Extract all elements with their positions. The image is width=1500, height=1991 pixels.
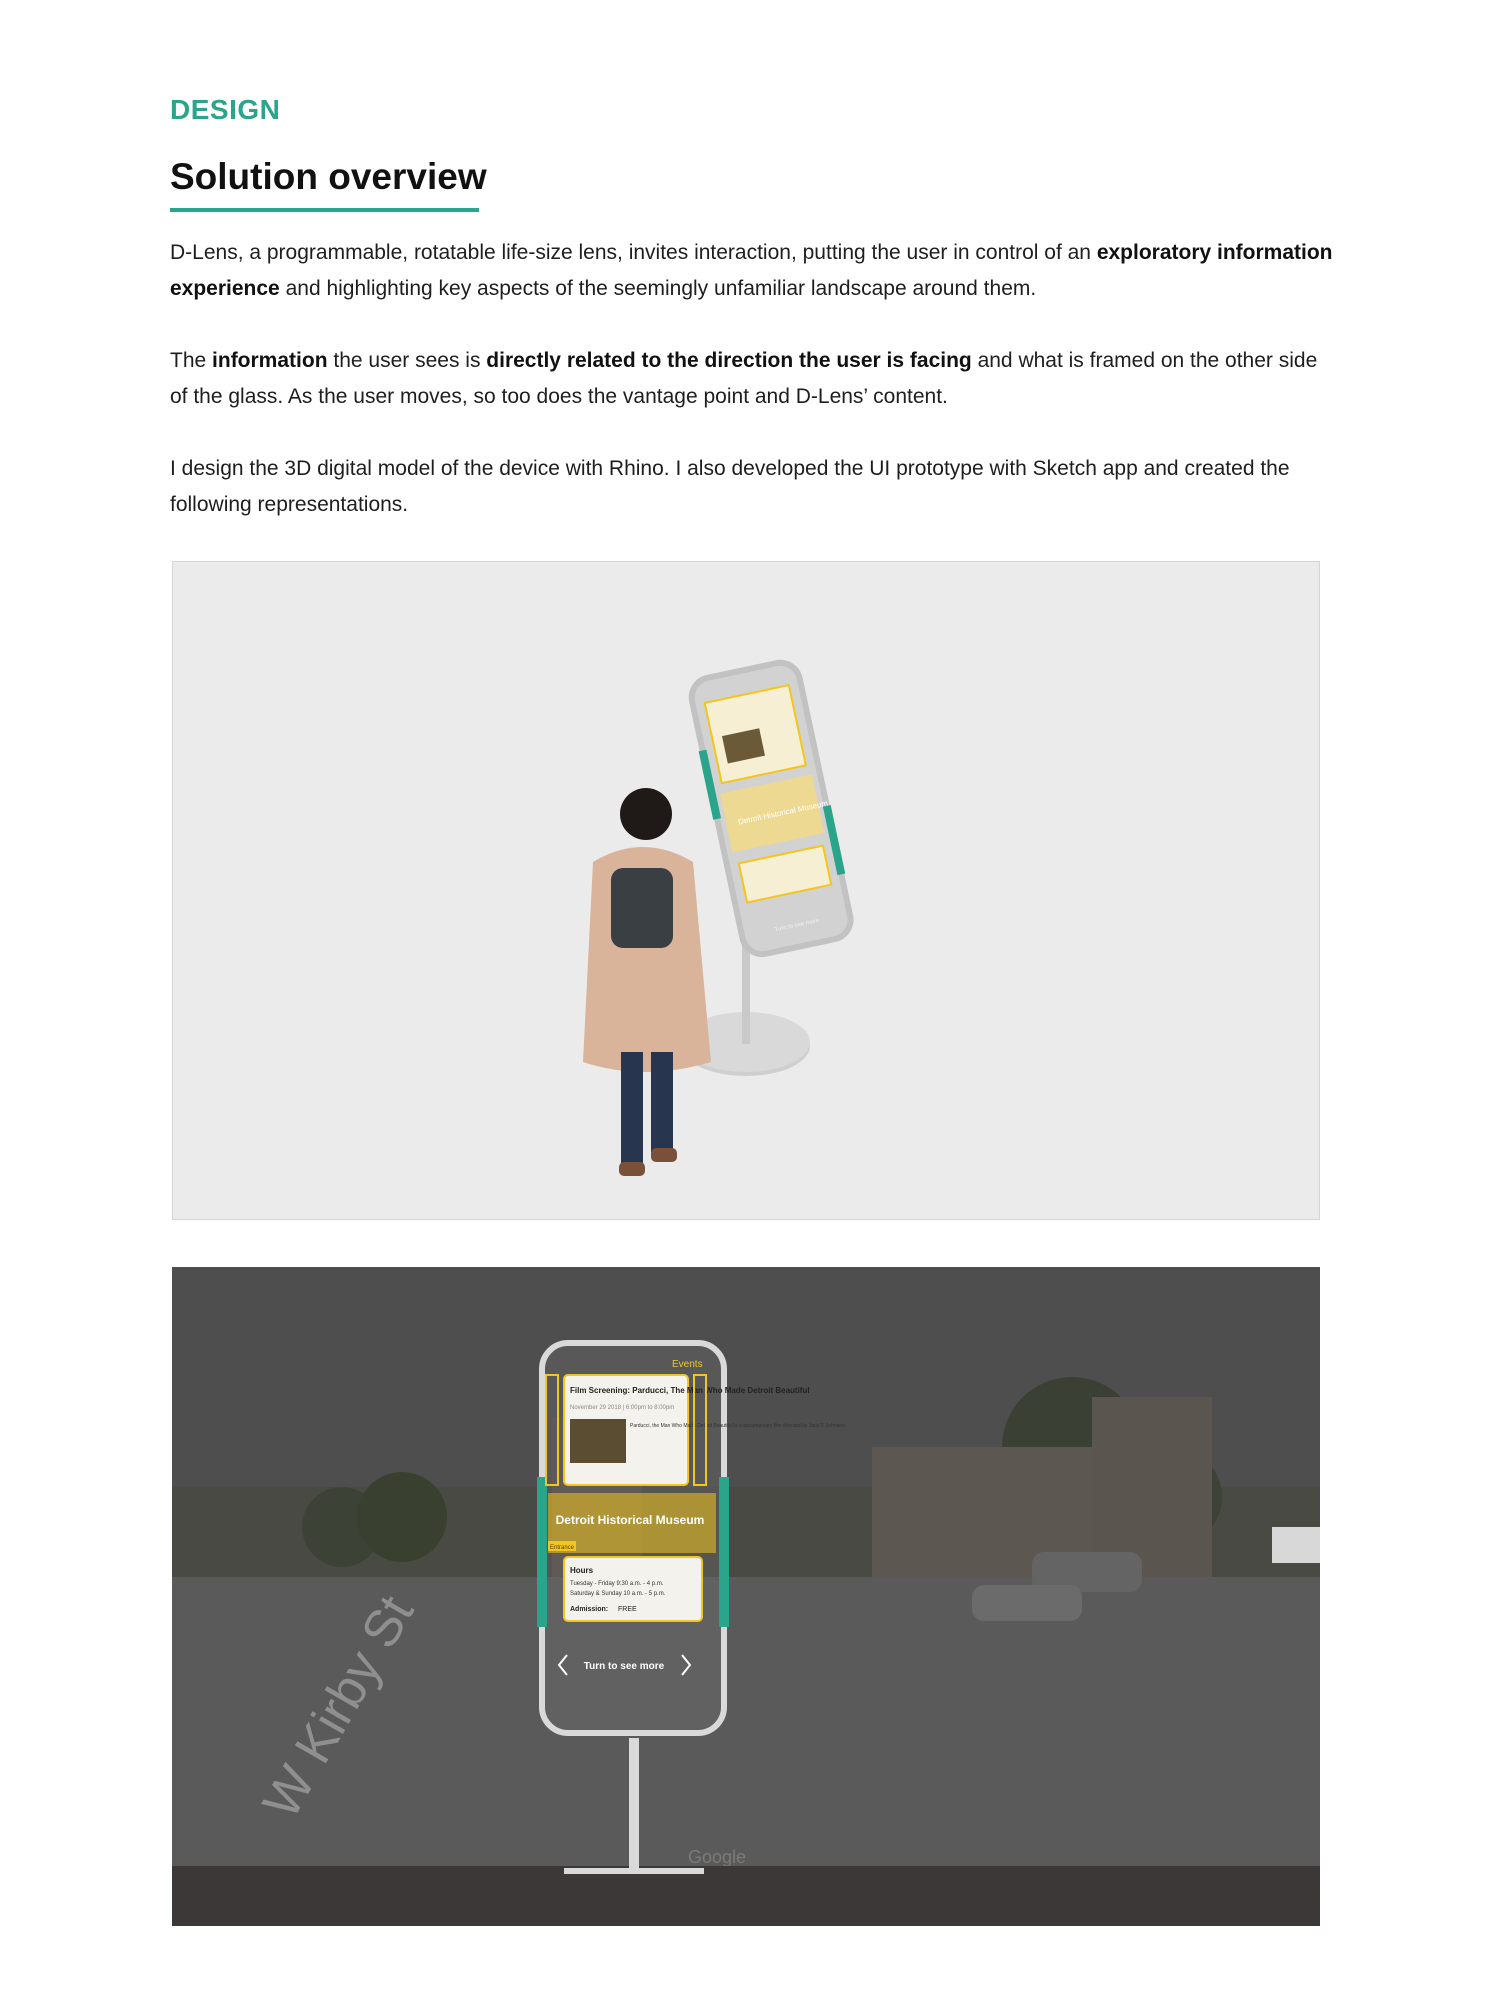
event-title: Film Screening: Parducci, The Man Who Ma…	[570, 1386, 810, 1395]
text-run: the user sees is	[327, 349, 487, 372]
bold-text: directly related to the direction the us…	[486, 349, 972, 372]
place-name: Detroit Historical Museum	[556, 1513, 705, 1527]
section-eyebrow: DESIGN	[170, 94, 281, 125]
page-title: Solution overview	[170, 156, 487, 197]
admission-label: Admission:	[570, 1606, 608, 1613]
event-date: November 29 2018 | 6:00pm to 8:00pm	[570, 1405, 674, 1411]
figure-street-view: W Kirby St Google Events Film Screening:…	[172, 1267, 1320, 1926]
hours-label: Hours	[570, 1566, 594, 1575]
bold-text: information	[212, 349, 328, 372]
place-tag: Entrance	[550, 1545, 575, 1551]
figure-3d-model: Detroit Historical Museum Turn to see mo…	[172, 561, 1320, 1220]
event-description: Parducci, the Man Who Made Detroit Beaut…	[630, 1423, 846, 1429]
device-model-illustration: Detroit Historical Museum Turn to see mo…	[583, 659, 854, 1176]
text-run: D-Lens, a programmable, rotatable life-s…	[170, 241, 1097, 264]
lens-device: Events Film Screening: Parducci, The Man…	[537, 1340, 846, 1874]
title-underline	[170, 208, 479, 212]
text-run: I design the 3D digital model of the dev…	[170, 457, 1290, 516]
hours-weekday: Tuesday - Friday 9:30 a.m. - 4 p.m.	[570, 1581, 664, 1587]
text-run: The	[170, 349, 213, 372]
text-run: and highlighting key aspects of the seem…	[279, 277, 1037, 300]
paragraph-tools: I design the 3D digital model of the dev…	[170, 451, 1340, 523]
hours-weekend: Saturday & Sunday 10 a.m. - 5 p.m.	[570, 1591, 666, 1597]
nav-hint: Turn to see more	[584, 1661, 665, 1672]
person-figure	[583, 788, 711, 1176]
hours-card: Hours Tuesday - Friday 9:30 a.m. - 4 p.m…	[563, 1556, 703, 1622]
admission-value: FREE	[618, 1606, 637, 1613]
paragraph-information: The information the user sees is directl…	[170, 343, 1340, 415]
lens-section-label: Events	[672, 1359, 703, 1370]
paragraph-intro: D-Lens, a programmable, rotatable life-s…	[170, 235, 1340, 307]
